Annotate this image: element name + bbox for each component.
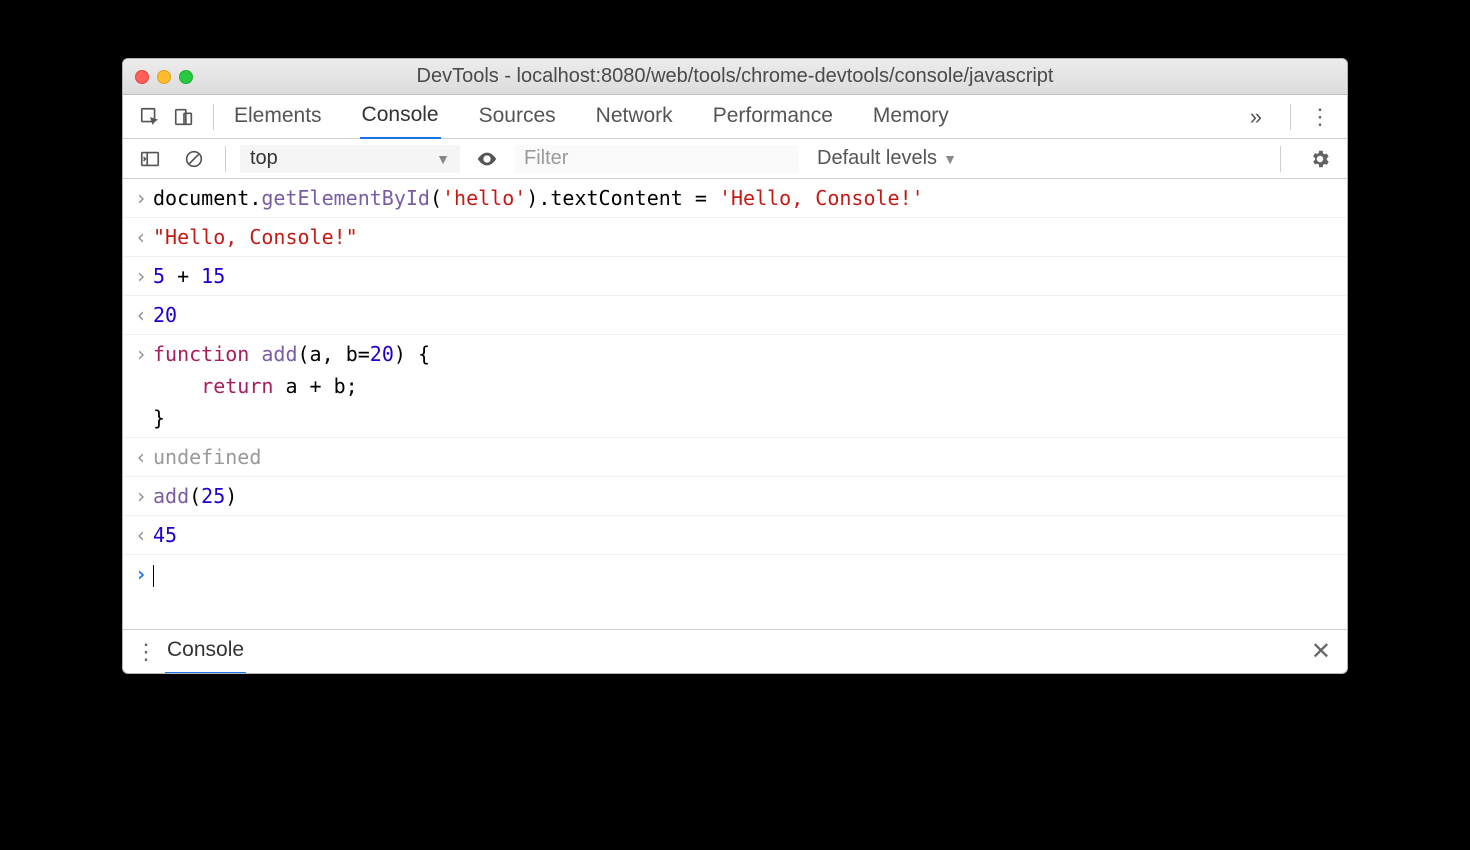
filter-input[interactable]: [514, 145, 799, 173]
output-chevron-icon: [129, 299, 153, 331]
output-chevron-icon: [129, 221, 153, 253]
titlebar: DevTools - localhost:8080/web/tools/chro…: [123, 59, 1347, 95]
console-input-row: function add(a, b=20) { return a + b; }: [123, 335, 1347, 438]
overflow-tabs-button[interactable]: »: [1234, 104, 1278, 130]
separator: [1290, 104, 1291, 130]
console-settings-icon[interactable]: [1303, 142, 1337, 176]
output-chevron-icon: [129, 519, 153, 551]
console-output-text: 20: [153, 299, 1337, 331]
console-output-text: "Hello, Console!": [153, 221, 1337, 253]
console-input-text: add(25): [153, 480, 1337, 512]
console-output-text: undefined: [153, 441, 1337, 473]
console-output-row: 45: [123, 516, 1347, 555]
console-input-text: function add(a, b=20) { return a + b; }: [153, 338, 1337, 434]
output-chevron-icon: [129, 441, 153, 473]
show-console-sidebar-icon[interactable]: [133, 142, 167, 176]
device-toolbar-icon[interactable]: [167, 100, 201, 134]
main-tabbar: Elements Console Sources Network Performance…: [123, 95, 1347, 139]
devtools-window: DevTools - localhost:8080/web/tools/chro…: [122, 58, 1348, 674]
separator: [213, 104, 214, 130]
inspect-element-icon[interactable]: [133, 100, 167, 134]
more-options-button[interactable]: ⋮: [1303, 104, 1337, 130]
execution-context-label: top: [250, 147, 278, 170]
console-toolbar: top ▼ Default levels ▼: [123, 139, 1347, 179]
separator: [225, 146, 226, 172]
drawer: ⋮ Console ✕: [123, 629, 1347, 673]
log-levels-select[interactable]: Default levels ▼: [809, 147, 957, 170]
text-caret: [153, 565, 154, 587]
console-input-row: add(25): [123, 477, 1347, 516]
tab-elements[interactable]: Elements: [232, 96, 324, 138]
tab-performance[interactable]: Performance: [711, 96, 835, 138]
tab-network[interactable]: Network: [594, 96, 675, 138]
close-window-button[interactable]: [135, 70, 149, 84]
console-output: document.getElementById('hello').textCon…: [123, 179, 1347, 593]
window-title: DevTools - localhost:8080/web/tools/chro…: [123, 65, 1347, 88]
console-input-row: document.getElementById('hello').textCon…: [123, 179, 1347, 218]
tab-memory[interactable]: Memory: [871, 96, 951, 138]
input-chevron-icon: [129, 182, 153, 214]
input-chevron-icon: [129, 338, 153, 370]
input-chevron-icon: [129, 480, 153, 512]
console-prompt-row[interactable]: [123, 555, 1347, 593]
log-levels-label: Default levels: [817, 147, 937, 170]
console-output-text: 45: [153, 519, 1337, 551]
console-prompt-input[interactable]: [153, 558, 1337, 590]
console-input-text: 5 + 15: [153, 260, 1337, 292]
traffic-lights: [135, 70, 193, 84]
tab-console[interactable]: Console: [360, 95, 441, 139]
tab-sources[interactable]: Sources: [477, 96, 558, 138]
execution-context-select[interactable]: top ▼: [240, 145, 460, 173]
console-output-row: "Hello, Console!": [123, 218, 1347, 257]
drawer-more-button[interactable]: ⋮: [133, 639, 159, 665]
dropdown-icon: ▼: [943, 151, 957, 167]
close-drawer-button[interactable]: ✕: [1305, 637, 1337, 666]
drawer-tab-console[interactable]: Console: [165, 630, 246, 674]
console-input-text: document.getElementById('hello').textCon…: [153, 182, 1337, 214]
zoom-window-button[interactable]: [179, 70, 193, 84]
minimize-window-button[interactable]: [157, 70, 171, 84]
console-input-row: 5 + 15: [123, 257, 1347, 296]
clear-console-icon[interactable]: [177, 142, 211, 176]
live-expression-icon[interactable]: [470, 142, 504, 176]
input-chevron-icon: [129, 260, 153, 292]
prompt-chevron-icon: [129, 558, 153, 590]
console-output-row: undefined: [123, 438, 1347, 477]
dropdown-icon: ▼: [436, 151, 450, 167]
console-output-row: 20: [123, 296, 1347, 335]
separator: [1280, 146, 1281, 172]
